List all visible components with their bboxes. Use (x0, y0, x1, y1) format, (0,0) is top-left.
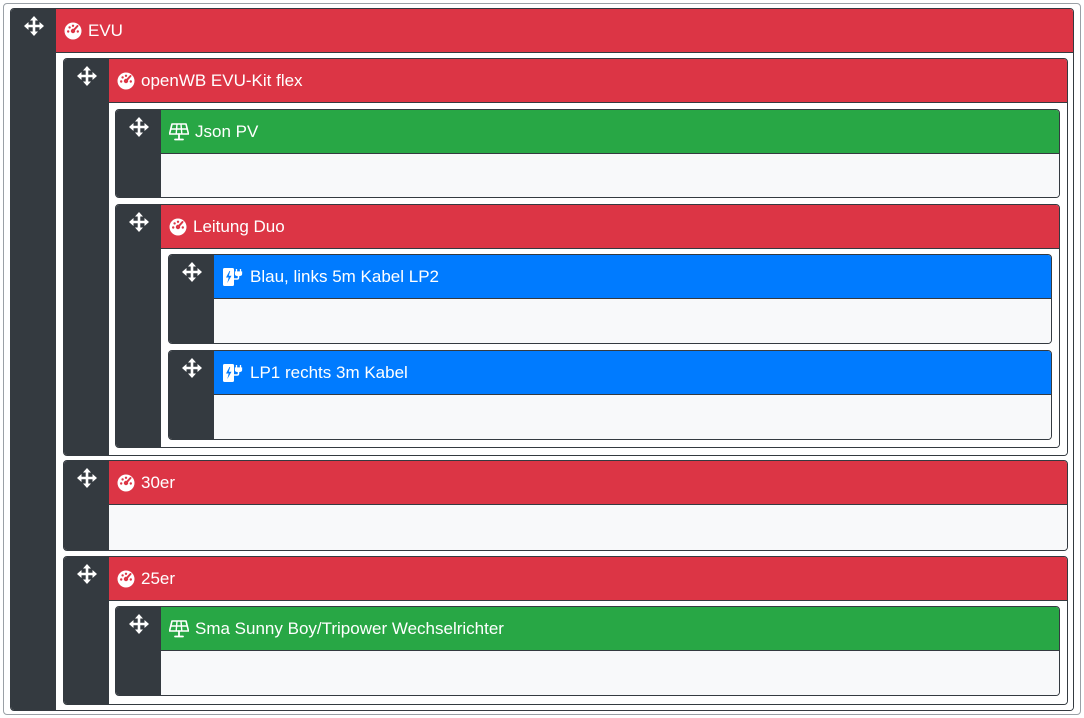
node-header-leitung-duo[interactable]: Leitung Duo (161, 205, 1059, 248)
drag-handle[interactable] (11, 9, 56, 710)
drag-handle[interactable] (116, 607, 161, 695)
drag-handle[interactable] (64, 59, 109, 455)
node-header-evu[interactable]: EVU (56, 9, 1073, 52)
gauge-icon (169, 218, 187, 236)
node-header-30er[interactable]: 30er (109, 461, 1067, 504)
charging-station-icon (222, 267, 244, 287)
solar-panel-icon (169, 620, 189, 638)
solar-panel-icon (169, 123, 189, 141)
drag-handle[interactable] (169, 351, 214, 439)
node-body (161, 650, 1059, 695)
node-label: Leitung Duo (193, 216, 285, 236)
drag-handle[interactable] (116, 110, 161, 197)
node-body (109, 504, 1067, 550)
node-30er: 30er (63, 460, 1068, 551)
node-label: 30er (141, 472, 176, 492)
drag-handle[interactable] (64, 461, 109, 550)
arrows-move-icon (182, 358, 202, 378)
gauge-icon (117, 570, 135, 588)
node-header-sma[interactable]: Sma Sunny Boy/Tripower Wechselrichter (161, 607, 1059, 650)
arrows-move-icon (129, 212, 149, 232)
arrows-move-icon (77, 564, 97, 584)
node-body (161, 153, 1059, 197)
node-header-evu-kit[interactable]: openWB EVU-Kit flex (109, 59, 1067, 102)
node-label: openWB EVU-Kit flex (141, 70, 303, 90)
node-body (214, 298, 1051, 343)
node-label: EVU (88, 20, 123, 40)
arrows-move-icon (129, 614, 149, 634)
node-lp2: Blau, links 5m Kabel LP2 (168, 254, 1052, 344)
node-label: LP1 rechts 3m Kabel (250, 362, 408, 382)
gauge-icon (117, 72, 135, 90)
drag-handle[interactable] (169, 255, 214, 343)
node-label: Sma Sunny Boy/Tripower Wechselrichter (195, 618, 504, 638)
node-header-lp2[interactable]: Blau, links 5m Kabel LP2 (214, 255, 1051, 298)
gauge-icon (117, 474, 135, 492)
node-json-pv: Json PV (115, 109, 1060, 198)
node-label: Blau, links 5m Kabel LP2 (250, 266, 439, 286)
node-label: 25er (141, 568, 176, 588)
node-header-json-pv[interactable]: Json PV (161, 110, 1059, 153)
arrows-move-icon (129, 117, 149, 137)
node-header-lp1[interactable]: LP1 rechts 3m Kabel (214, 351, 1051, 394)
node-body (214, 394, 1051, 439)
drag-handle[interactable] (64, 557, 109, 704)
charging-station-icon (222, 363, 244, 383)
node-label: Json PV (195, 121, 259, 141)
arrows-move-icon (24, 16, 44, 36)
gauge-icon (64, 22, 82, 40)
arrows-move-icon (182, 262, 202, 282)
node-lp1: LP1 rechts 3m Kabel (168, 350, 1052, 440)
drag-handle[interactable] (116, 205, 161, 447)
arrows-move-icon (77, 66, 97, 86)
arrows-move-icon (77, 468, 97, 488)
node-sma: Sma Sunny Boy/Tripower Wechselrichter (115, 606, 1060, 696)
node-header-25er[interactable]: 25er (109, 557, 1067, 600)
